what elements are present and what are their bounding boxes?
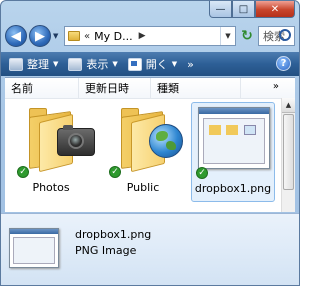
forward-button[interactable]: ▶ — [29, 25, 51, 47]
breadcrumb-separator-icon[interactable]: ▶ — [139, 31, 146, 41]
list-item-photos[interactable]: ✓ Photos — [9, 102, 95, 202]
column-header-name[interactable]: 名前 — [5, 78, 79, 98]
scroll-up-button[interactable]: ▲ — [282, 98, 295, 113]
column-header-type[interactable]: 種類 — [151, 78, 241, 98]
more-commands-button[interactable]: » — [187, 58, 194, 71]
folder-icon — [68, 31, 80, 41]
more-columns-button[interactable]: » — [273, 81, 279, 92]
command-bar: 整理 ▼ 表示 ▼ 開く ▼ » ? — [1, 52, 299, 76]
chevron-down-icon: ▼ — [53, 60, 59, 68]
file-items: ✓ Photos ✓ Public ✓ dropbox1.png — [5, 100, 281, 210]
organize-button[interactable]: 整理 ▼ — [9, 56, 58, 72]
vertical-scrollbar[interactable]: ▲ — [281, 98, 295, 212]
recent-pages-dropdown[interactable]: ▼ — [53, 32, 61, 40]
folder-globe-icon — [119, 108, 183, 173]
item-label: Photos — [32, 181, 70, 194]
column-header-date[interactable]: 更新日時 — [79, 78, 151, 98]
file-list-pane: 名前 更新日時 種類 » ✓ Photos ✓ Public ✓ dropbox… — [5, 77, 295, 212]
caption-buttons: — □ ✕ — [209, 1, 295, 19]
search-icon[interactable] — [279, 29, 291, 41]
sync-ok-icon: ✓ — [196, 167, 208, 179]
open-icon — [127, 57, 142, 71]
views-button[interactable]: 表示 ▼ — [68, 56, 118, 72]
chevron-down-icon: ▼ — [171, 60, 178, 68]
sync-ok-icon: ✓ — [17, 166, 29, 178]
help-icon[interactable]: ? — [276, 56, 291, 71]
details-file-name: dropbox1.png — [75, 228, 152, 241]
list-item-public[interactable]: ✓ Public — [101, 102, 185, 202]
search-input[interactable]: 検索 — [258, 26, 295, 46]
close-button[interactable]: ✕ — [255, 1, 295, 18]
address-dropdown-button[interactable]: ▼ — [220, 27, 235, 45]
scroll-thumb[interactable] — [283, 114, 294, 190]
explorer-window: — □ ✕ ◀ ▶ ▼ « My D... ▶ ▼ ↻ 検索 整理 ▼ 表示 ▼ — [0, 0, 300, 286]
list-item-dropbox1[interactable]: ✓ dropbox1.png — [191, 102, 275, 202]
address-bar[interactable]: « My D... ▶ ▼ — [64, 26, 236, 46]
chevron-down-icon: ▼ — [112, 60, 118, 68]
address-path[interactable]: My D... — [94, 30, 132, 43]
minimize-button[interactable]: — — [209, 1, 232, 18]
back-button[interactable]: ◀ — [5, 25, 27, 47]
views-icon — [68, 57, 83, 71]
organize-icon — [9, 57, 23, 71]
folder-camera-icon — [27, 108, 95, 173]
address-row: ◀ ▶ ▼ « My D... ▶ ▼ ↻ 検索 — [5, 23, 295, 49]
open-label: 開く — [145, 58, 168, 71]
details-file-type: PNG Image — [75, 244, 137, 257]
refresh-button[interactable]: ↻ — [236, 26, 258, 46]
image-thumbnail-icon — [198, 107, 270, 169]
views-label: 表示 — [86, 58, 109, 71]
column-headers: 名前 更新日時 種類 » — [5, 78, 295, 99]
maximize-button[interactable]: □ — [232, 1, 255, 18]
item-label: Public — [126, 181, 160, 194]
organize-label: 整理 — [27, 58, 49, 71]
details-pane: dropbox1.png PNG Image — [1, 213, 299, 285]
item-label: dropbox1.png — [194, 182, 272, 195]
image-thumbnail-icon — [9, 228, 59, 268]
open-button[interactable]: 開く ▼ — [127, 56, 178, 72]
sync-ok-icon: ✓ — [109, 166, 121, 178]
address-overflow-chevron[interactable]: « — [84, 31, 90, 42]
